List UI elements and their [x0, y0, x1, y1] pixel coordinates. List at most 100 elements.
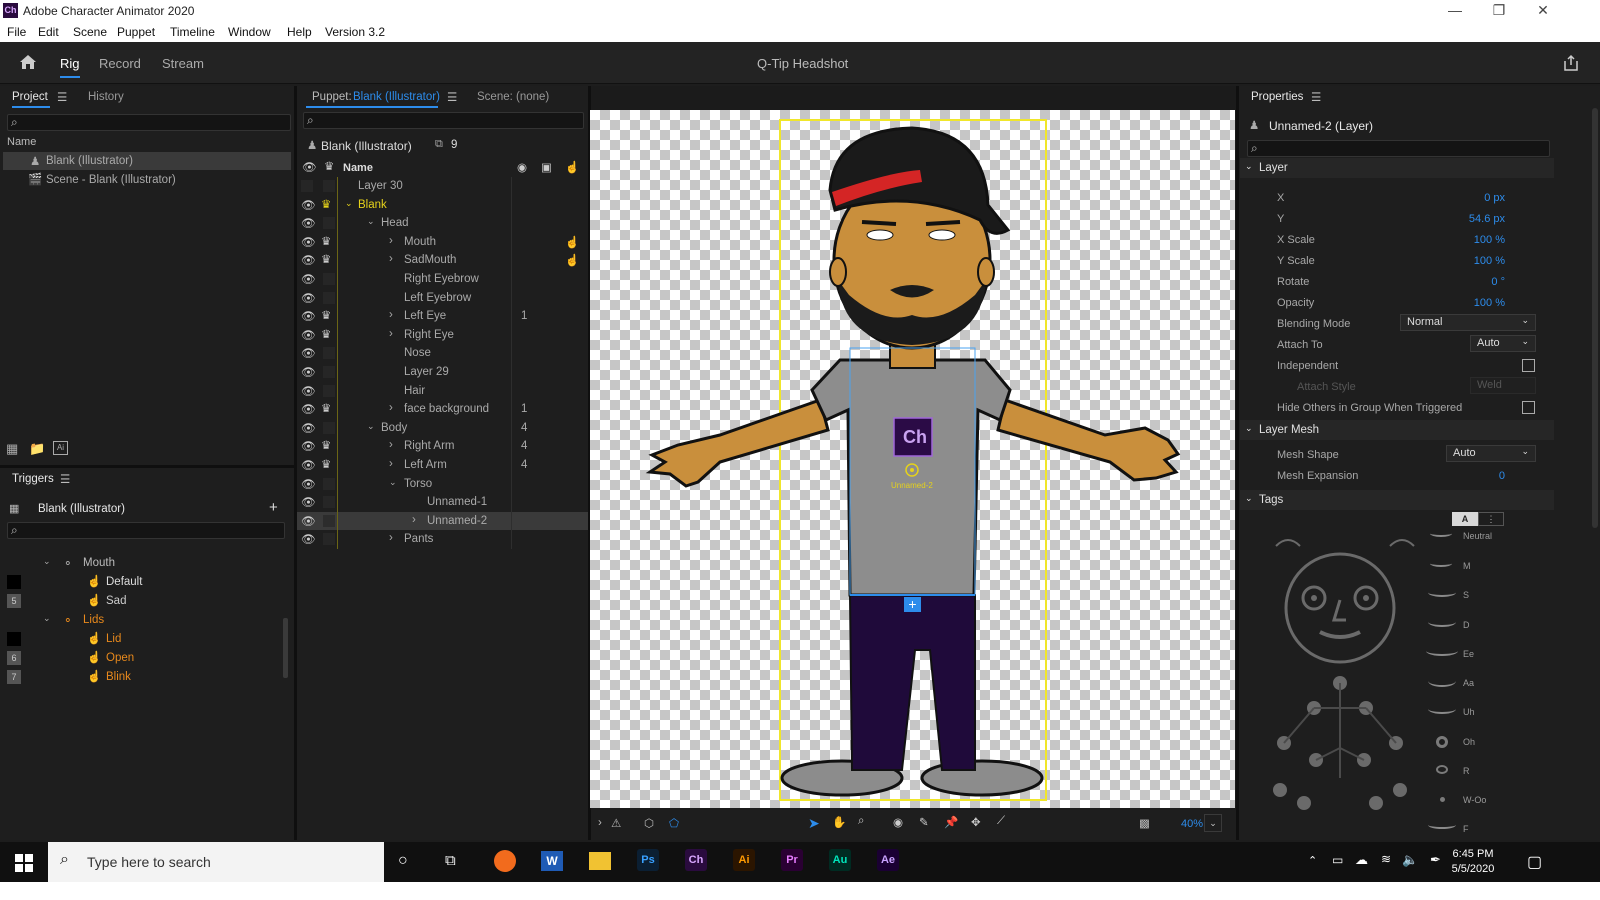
prop-yscale-value[interactable]: 100 %	[1420, 255, 1505, 267]
crown-icon[interactable]: ♛	[321, 438, 331, 452]
eye-icon[interactable]: 👁	[301, 402, 316, 416]
section-layer[interactable]: ⌄ Layer	[1240, 158, 1554, 178]
menu-help[interactable]: Help	[287, 25, 312, 39]
panel-menu-icon[interactable]: ☰	[447, 90, 457, 104]
prop-opacity-value[interactable]: 100 %	[1420, 297, 1505, 309]
triggers-search-input[interactable]: ⌕	[7, 522, 285, 539]
origin-tool-icon[interactable]: ◉	[893, 815, 903, 829]
mouth-tag[interactable]: F	[1463, 824, 1469, 834]
onedrive-icon[interactable]: ☁	[1355, 852, 1368, 868]
eye-icon[interactable]: 👁	[301, 216, 316, 230]
file-explorer-icon[interactable]	[589, 852, 611, 870]
mouth-tag[interactable]: S	[1463, 590, 1469, 600]
prop-rotate-value[interactable]: 0 °	[1420, 276, 1505, 288]
panel-menu-icon[interactable]: ☰	[1311, 90, 1321, 104]
select-tool-icon[interactable]: ➤	[808, 815, 820, 832]
crown-toggle[interactable]	[323, 180, 335, 192]
zoom-level[interactable]: 40%	[1181, 818, 1203, 830]
eye-icon[interactable]: 👁	[301, 272, 316, 286]
tab-rig[interactable]: Rig	[60, 56, 80, 78]
eye-icon[interactable]: 👁	[301, 532, 316, 546]
prop-x-value[interactable]: 0 px	[1420, 192, 1505, 204]
tag-text-toggle[interactable]: A	[1452, 512, 1478, 526]
chevron-right-icon[interactable]: ›	[598, 817, 602, 829]
blending-mode-select[interactable]: Normal ⌄	[1400, 314, 1536, 331]
volume-icon[interactable]: 🔈	[1402, 852, 1418, 868]
pen-icon[interactable]: ✒	[1430, 852, 1441, 868]
attach-to-select[interactable]: Auto ⌄	[1470, 335, 1536, 352]
audition-icon[interactable]: Au	[829, 849, 851, 871]
prop-xscale-value[interactable]: 100 %	[1420, 234, 1505, 246]
menu-window[interactable]: Window	[228, 25, 271, 39]
crown-toggle[interactable]	[323, 477, 335, 490]
chevron-down-icon[interactable]: ⌄	[389, 477, 397, 488]
list-item-selected[interactable]: ♟ Blank (Illustrator)	[3, 152, 291, 170]
trigger-row[interactable]: ☝ Lid	[7, 630, 282, 649]
chevron-right-icon[interactable]: ›	[412, 514, 416, 526]
home-icon[interactable]	[19, 54, 37, 70]
layer-row[interactable]: 👁 ♛ › Right Arm 4	[297, 437, 590, 456]
panel-menu-icon[interactable]: ☰	[57, 90, 67, 104]
tab-stream[interactable]: Stream	[162, 56, 204, 71]
puppet-tab-label[interactable]: Puppet:	[312, 91, 352, 103]
crown-toggle[interactable]	[323, 217, 335, 230]
outline-icon[interactable]: ⬠	[669, 816, 679, 830]
eye-icon[interactable]: 👁	[301, 477, 316, 491]
crown-icon[interactable]: ♛	[321, 308, 331, 322]
crown-icon[interactable]: ♛	[321, 252, 331, 266]
layer-row-selected[interactable]: 👁 › Unnamed-2	[297, 511, 590, 531]
mouth-tag[interactable]: M	[1463, 561, 1471, 571]
illustrator-icon[interactable]: Ai	[733, 849, 755, 871]
eye-icon[interactable]: 👁	[301, 346, 316, 360]
layer-row[interactable]: Layer 30	[297, 177, 590, 196]
crown-toggle[interactable]	[323, 421, 335, 434]
tab-history[interactable]: History	[88, 91, 124, 103]
chevron-down-icon[interactable]: ⌄	[1245, 493, 1253, 504]
eye-icon[interactable]: 👁	[301, 495, 316, 509]
restore-icon[interactable]: ❐	[1484, 2, 1514, 19]
chevron-down-icon[interactable]: ⌄	[367, 421, 375, 432]
layer-row[interactable]: 👁 Left Eyebrow	[297, 289, 590, 308]
prop-y-value[interactable]: 54.6 px	[1420, 213, 1505, 225]
mouth-tag[interactable]: Aa	[1463, 678, 1474, 688]
share-icon[interactable]	[1563, 54, 1579, 72]
eye-icon[interactable]: 👁	[301, 514, 316, 528]
taskbar-search-input[interactable]: ⌕ Type here to search	[48, 842, 384, 882]
eye-icon[interactable]: 👁	[301, 253, 316, 267]
trigger-key[interactable]	[7, 632, 21, 646]
trigger-row[interactable]: 7 ☝ Blink	[7, 668, 282, 687]
chevron-right-icon[interactable]: ›	[389, 439, 393, 451]
chevron-right-icon[interactable]: ›	[389, 309, 393, 321]
mouth-tag[interactable]: Uh	[1463, 707, 1475, 717]
chevron-right-icon[interactable]: ›	[389, 402, 393, 414]
tab-record[interactable]: Record	[99, 56, 141, 71]
puppet-search-input[interactable]: ⌕	[303, 112, 584, 129]
close-icon[interactable]: ✕	[1528, 2, 1558, 19]
eye-icon[interactable]: 👁	[301, 309, 316, 323]
illustrator-import-icon[interactable]: Ai	[53, 441, 68, 455]
tag-visual-toggle[interactable]: ⋮	[1478, 512, 1504, 526]
layer-row[interactable]: 👁 ⌄ Torso	[297, 475, 590, 494]
clock-date[interactable]: 5/5/2020	[1448, 863, 1498, 875]
menu-version[interactable]: Version 3.2	[325, 25, 385, 39]
mouth-tag[interactable]: Ee	[1463, 649, 1474, 659]
crown-toggle[interactable]	[323, 384, 335, 397]
layer-row[interactable]: 👁 Right Eyebrow	[297, 270, 590, 289]
crown-icon[interactable]: ♛	[321, 234, 331, 248]
zoom-dropdown-icon[interactable]: ⌄	[1204, 814, 1222, 832]
wifi-icon[interactable]: ≋	[1381, 852, 1391, 866]
trigger-row[interactable]: 5 ☝ Sad	[7, 592, 282, 611]
mouth-tag[interactable]: D	[1463, 620, 1470, 630]
scene-tab[interactable]: Scene: (none)	[477, 91, 549, 103]
folder-icon[interactable]: 📁	[29, 441, 45, 457]
notification-icon[interactable]: ▢	[1527, 852, 1542, 872]
scrollbar[interactable]	[283, 618, 288, 678]
trigger-key[interactable]	[7, 575, 21, 589]
visibility-toggle[interactable]	[301, 180, 313, 192]
character-animator-icon[interactable]: Ch	[685, 849, 707, 871]
crown-toggle[interactable]	[323, 347, 335, 360]
menu-timeline[interactable]: Timeline	[170, 25, 215, 39]
crown-toggle[interactable]	[323, 273, 335, 285]
crown-toggle[interactable]	[323, 533, 335, 546]
clock-time[interactable]: 6:45 PM	[1448, 848, 1498, 860]
